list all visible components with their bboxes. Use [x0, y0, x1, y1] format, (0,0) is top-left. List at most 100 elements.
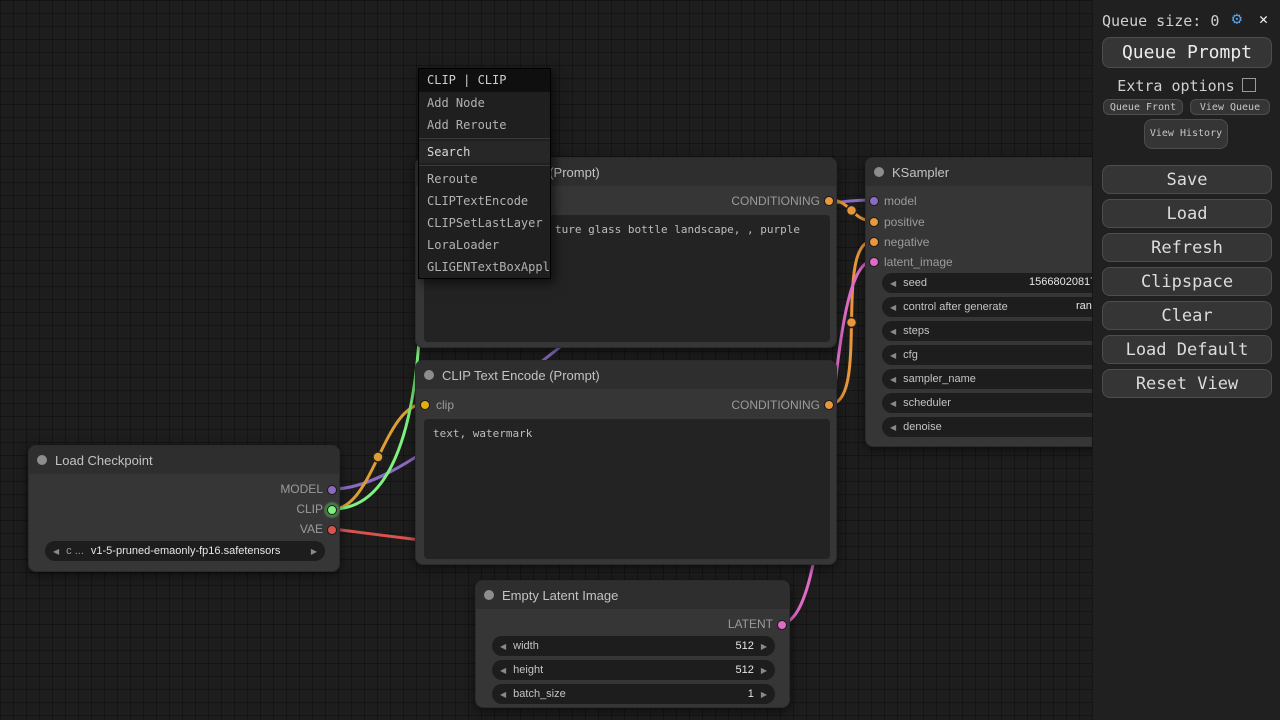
collapse-dot[interactable]: [424, 370, 434, 380]
graph-canvas[interactable]: CLIP Text Encode (Prompt) clip CONDITION…: [0, 0, 1280, 720]
context-menu-title: CLIP | CLIP: [419, 69, 550, 92]
input-slot-clip[interactable]: [420, 400, 430, 410]
menu-item-add-reroute[interactable]: Add Reroute: [419, 114, 550, 136]
decrement-icon[interactable]: ◀: [890, 399, 896, 408]
menu-search-input[interactable]: Search: [419, 141, 550, 163]
widget-label: width: [513, 640, 539, 652]
menu-item-clipsetlastlayer[interactable]: CLIPSetLastLayer: [419, 212, 550, 234]
widget-label: seed: [903, 277, 927, 289]
width-widget[interactable]: ◀ width 512 ▶: [492, 636, 775, 656]
output-slot-vae[interactable]: [327, 525, 337, 535]
view-queue-button[interactable]: View Queue: [1190, 99, 1270, 115]
output-label-vae: VAE: [300, 522, 323, 537]
output-slot-clip[interactable]: [327, 505, 337, 515]
increment-icon[interactable]: ▶: [761, 690, 767, 699]
context-menu: CLIP | CLIP Add Node Add Reroute Search …: [418, 68, 551, 279]
decrement-icon[interactable]: ◀: [890, 303, 896, 312]
menu-item-loraloader[interactable]: LoraLoader: [419, 234, 550, 256]
output-slot-conditioning[interactable]: [824, 400, 834, 410]
decrement-icon[interactable]: ◀: [890, 327, 896, 336]
menu-separator: [419, 165, 550, 166]
decrement-icon[interactable]: ◀: [890, 423, 896, 432]
combo-next-icon[interactable]: ▶: [311, 547, 317, 556]
widget-label: height: [513, 664, 543, 676]
input-slot-latent-image[interactable]: [869, 257, 879, 267]
combo-prev-icon[interactable]: ◀: [53, 547, 59, 556]
menu-item-cliptextencode[interactable]: CLIPTextEncode: [419, 190, 550, 212]
output-slot-conditioning[interactable]: [824, 196, 834, 206]
extra-options-checkbox[interactable]: [1242, 78, 1256, 92]
widget-label: steps: [903, 325, 929, 337]
height-widget[interactable]: ◀ height 512 ▶: [492, 660, 775, 680]
input-label-negative: negative: [884, 235, 929, 250]
link-dot: [373, 452, 383, 462]
widget-label: batch_size: [513, 688, 566, 700]
clipspace-button[interactable]: Clipspace: [1102, 267, 1272, 296]
view-history-button[interactable]: View History: [1144, 119, 1228, 149]
widget-value: 15668020817: [1029, 276, 1096, 288]
menu-item-gligentextboxapply[interactable]: GLIGENTextBoxApply: [419, 256, 550, 278]
link-dot: [847, 206, 857, 216]
decrement-icon[interactable]: ◀: [500, 642, 506, 651]
clear-button[interactable]: Clear: [1102, 301, 1272, 330]
increment-icon[interactable]: ▶: [761, 642, 767, 651]
node-title: CLIP Text Encode (Prompt): [442, 368, 600, 383]
widget-value: 512: [735, 640, 753, 652]
widget-label: sampler_name: [903, 373, 976, 385]
node-clip-text-encode-bottom[interactable]: CLIP Text Encode (Prompt) clip CONDITION…: [415, 360, 837, 565]
decrement-icon[interactable]: ◀: [890, 375, 896, 384]
input-slot-positive[interactable]: [869, 217, 879, 227]
input-label-model: model: [884, 194, 917, 209]
ckpt-name-combo[interactable]: ◀ c ... v1-5-pruned-emaonly-fp16.safeten…: [45, 541, 325, 561]
settings-gear-icon[interactable]: ⚙: [1232, 9, 1242, 29]
menu-item-reroute[interactable]: Reroute: [419, 168, 550, 190]
output-slot-latent[interactable]: [777, 620, 787, 630]
batch-size-widget[interactable]: ◀ batch_size 1 ▶: [492, 684, 775, 704]
output-label-conditioning: CONDITIONING: [731, 194, 820, 209]
widget-label: control after generate: [903, 301, 1008, 313]
input-label-positive: positive: [884, 215, 925, 230]
node-header[interactable]: Empty Latent Image: [476, 581, 789, 609]
node-header[interactable]: CLIP Text Encode (Prompt): [416, 361, 836, 389]
widget-label: denoise: [903, 421, 942, 433]
output-label-conditioning: CONDITIONING: [731, 398, 820, 413]
widget-label: c ...: [66, 545, 84, 557]
link-drag-clip: [333, 277, 421, 509]
node-title: Load Checkpoint: [55, 453, 153, 468]
load-default-button[interactable]: Load Default: [1102, 335, 1272, 364]
output-label-latent: LATENT: [728, 617, 773, 632]
menu-separator: [419, 138, 550, 139]
node-empty-latent-image[interactable]: Empty Latent Image LATENT ◀ width 512 ▶ …: [475, 580, 790, 708]
queue-size-label: Queue size: 0: [1102, 12, 1219, 30]
refresh-button[interactable]: Refresh: [1102, 233, 1272, 262]
prompt-textarea[interactable]: text, watermark: [424, 419, 830, 559]
widget-label: scheduler: [903, 397, 951, 409]
widget-value: 1: [748, 688, 754, 700]
decrement-icon[interactable]: ◀: [500, 666, 506, 675]
extra-options-label: Extra options: [1117, 77, 1234, 95]
decrement-icon[interactable]: ◀: [890, 279, 896, 288]
menu-item-add-node[interactable]: Add Node: [419, 92, 550, 114]
decrement-icon[interactable]: ◀: [500, 690, 506, 699]
reset-view-button[interactable]: Reset View: [1102, 369, 1272, 398]
load-button[interactable]: Load: [1102, 199, 1272, 228]
queue-front-button[interactable]: Queue Front: [1103, 99, 1183, 115]
input-slot-model[interactable]: [869, 196, 879, 206]
collapse-dot[interactable]: [874, 167, 884, 177]
link-dot: [847, 318, 857, 328]
node-load-checkpoint[interactable]: Load Checkpoint MODEL CLIP VAE ◀ c ... v…: [28, 445, 340, 572]
widget-label: cfg: [903, 349, 918, 361]
output-slot-model[interactable]: [327, 485, 337, 495]
collapse-dot[interactable]: [37, 455, 47, 465]
increment-icon[interactable]: ▶: [761, 666, 767, 675]
node-title: Empty Latent Image: [502, 588, 618, 603]
input-label-clip: clip: [436, 398, 454, 413]
close-icon[interactable]: ✕: [1259, 10, 1268, 28]
collapse-dot[interactable]: [484, 590, 494, 600]
queue-prompt-button[interactable]: Queue Prompt: [1102, 37, 1272, 68]
input-slot-negative[interactable]: [869, 237, 879, 247]
decrement-icon[interactable]: ◀: [890, 351, 896, 360]
save-button[interactable]: Save: [1102, 165, 1272, 194]
input-label-latent-image: latent_image: [884, 255, 953, 270]
node-header[interactable]: Load Checkpoint: [29, 446, 339, 474]
